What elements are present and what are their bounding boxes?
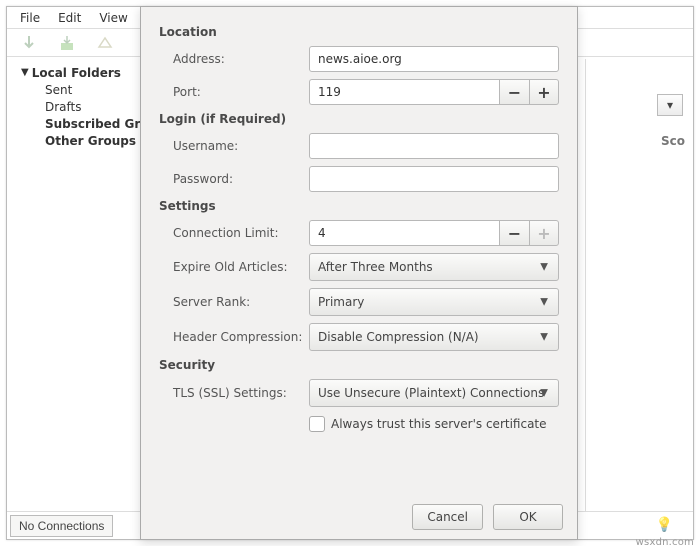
watermark: wsxdn.com [636,537,694,546]
menu-file[interactable]: File [11,9,49,27]
tree-item-drafts[interactable]: Drafts [13,99,144,116]
connlimit-input[interactable] [309,220,499,246]
username-input[interactable] [309,133,559,159]
trust-cert-row[interactable]: Always trust this server's certificate [309,416,559,432]
section-location: Location [159,25,559,39]
tree-item-subscribed[interactable]: Subscribed Gr [13,116,144,133]
tls-value: Use Unsecure (Plaintext) Connections [318,386,544,400]
label-tls: TLS (SSL) Settings: [173,386,309,400]
address-input[interactable] [309,46,559,72]
tls-combo[interactable]: Use Unsecure (Plaintext) Connections ▼ [309,379,559,407]
toolbar-icon-1[interactable] [19,33,39,53]
label-address: Address: [173,52,309,66]
tree-item-other[interactable]: Other Groups [13,133,144,150]
tree-item-sent[interactable]: Sent [13,82,144,99]
section-login: Login (if Required) [159,112,559,126]
label-expire: Expire Old Articles: [173,260,309,274]
compression-value: Disable Compression (N/A) [318,330,479,344]
toolbar-icon-2[interactable] [57,33,77,53]
cancel-button[interactable]: Cancel [412,504,483,530]
dialog-actions: Cancel OK [141,495,577,539]
chevron-down-icon: ▼ [540,297,548,308]
connlimit-decrement[interactable]: − [499,220,529,246]
connlimit-increment[interactable]: + [529,220,559,246]
tree-root-label: Local Folders [32,65,121,82]
password-input[interactable] [309,166,559,192]
connections-button[interactable]: No Connections [10,515,113,537]
port-input[interactable] [309,79,499,105]
menu-view[interactable]: View [90,9,136,27]
label-connlimit: Connection Limit: [173,226,309,240]
label-password: Password: [173,172,309,186]
expire-value: After Three Months [318,260,433,274]
compression-combo[interactable]: Disable Compression (N/A) ▼ [309,323,559,351]
chevron-down-icon: ▼ [540,388,548,399]
port-increment[interactable]: + [529,79,559,105]
tree-root[interactable]: ▼ Local Folders [13,65,144,82]
label-port: Port: [173,85,309,99]
label-compression: Header Compression: [173,330,309,344]
ok-button[interactable]: OK [493,504,563,530]
lightbulb-icon[interactable]: 💡 [656,517,673,533]
expand-arrow-icon[interactable]: ▼ [21,64,29,81]
rank-value: Primary [318,295,364,309]
trust-cert-label: Always trust this server's certificate [331,417,547,431]
dialog-body: Location Address: Port: − + Login (if Re… [141,7,577,495]
folder-tree: ▼ Local Folders Sent Drafts Subscribed G… [7,59,147,511]
right-pane: ▾ Sco [585,59,693,511]
chevron-down-icon: ▼ [540,262,548,273]
port-decrement[interactable]: − [499,79,529,105]
server-settings-dialog: Location Address: Port: − + Login (if Re… [140,6,578,540]
chevron-down-icon: ▼ [540,332,548,343]
toolbar-icon-3[interactable] [95,33,115,53]
expire-combo[interactable]: After Three Months ▼ [309,253,559,281]
section-settings: Settings [159,199,559,213]
right-dropdown[interactable]: ▾ [657,94,683,116]
column-header-score[interactable]: Sco [661,134,685,148]
label-rank: Server Rank: [173,295,309,309]
trust-cert-checkbox[interactable] [309,416,325,432]
label-username: Username: [173,139,309,153]
menu-edit[interactable]: Edit [49,9,90,27]
chevron-down-icon: ▾ [667,98,673,112]
section-security: Security [159,358,559,372]
rank-combo[interactable]: Primary ▼ [309,288,559,316]
